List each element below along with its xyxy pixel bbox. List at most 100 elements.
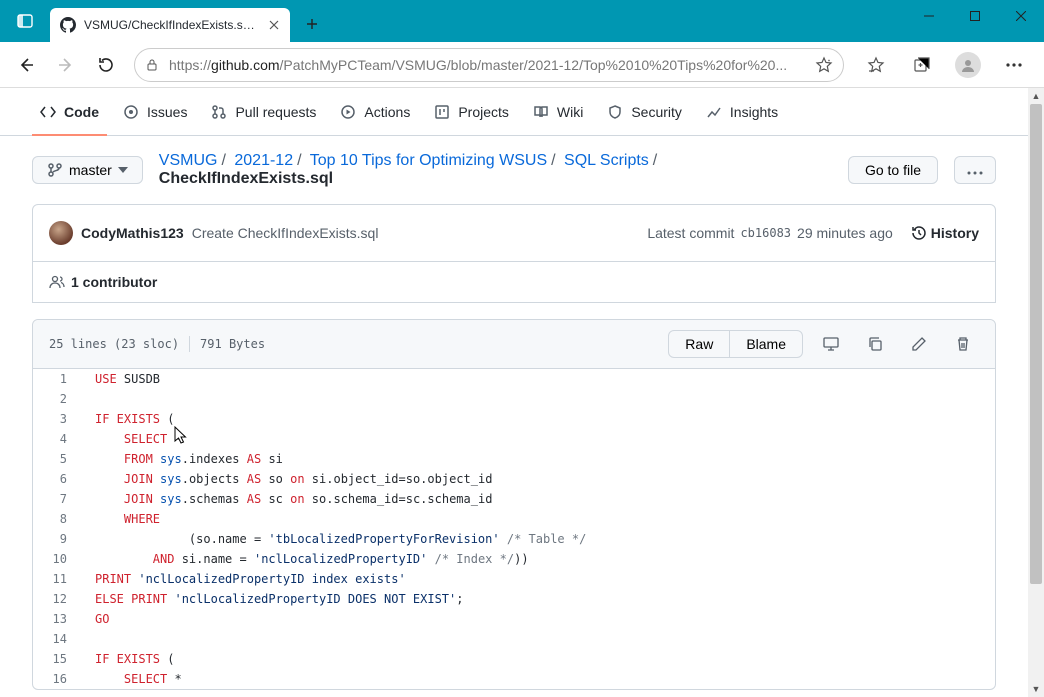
repo-nav: Code Issues Pull requests Actions Projec… — [0, 88, 1028, 136]
code-line: 3IF EXISTS ( — [33, 409, 995, 429]
line-content[interactable]: PRINT 'nclLocalizedPropertyID index exis… — [83, 569, 995, 589]
line-number[interactable]: 10 — [33, 549, 83, 569]
forward-button[interactable] — [46, 45, 86, 85]
code-line: 9 (so.name = 'tbLocalizedPropertyForRevi… — [33, 529, 995, 549]
nav-security[interactable]: Security — [599, 88, 690, 135]
favorite-icon[interactable] — [815, 56, 833, 74]
line-content[interactable]: USE SUSDB — [83, 369, 995, 389]
code-line: 14 — [33, 629, 995, 649]
scroll-up-arrow[interactable]: ▲ — [1028, 88, 1044, 104]
line-content[interactable] — [83, 629, 995, 649]
author-avatar[interactable] — [49, 221, 73, 245]
code-line: 2 — [33, 389, 995, 409]
line-content[interactable]: ELSE PRINT 'nclLocalizedPropertyID DOES … — [83, 589, 995, 609]
branch-select[interactable]: master — [32, 156, 143, 184]
back-button[interactable] — [6, 45, 46, 85]
collections-button[interactable] — [902, 45, 942, 85]
crumb-1[interactable]: 2021-12 — [234, 152, 293, 169]
vertical-scrollbar[interactable]: ▲ ▼ — [1028, 88, 1044, 697]
url-text: https://github.com/PatchMyPCTeam/VSMUG/b… — [169, 57, 807, 73]
actions-icon — [340, 104, 356, 120]
new-tab-button[interactable] — [298, 10, 326, 38]
minimize-button[interactable] — [906, 0, 952, 32]
contributor-count[interactable]: 1 contributor — [71, 274, 157, 290]
line-number[interactable]: 5 — [33, 449, 83, 469]
line-content[interactable]: IF EXISTS ( — [83, 649, 995, 669]
line-content[interactable]: GO — [83, 609, 995, 629]
line-number[interactable]: 9 — [33, 529, 83, 549]
close-icon — [1016, 11, 1026, 21]
line-content[interactable]: JOIN sys.schemas AS sc on so.schema_id=s… — [83, 489, 995, 509]
code-line: 10 AND si.name = 'nclLocalizedPropertyID… — [33, 549, 995, 569]
plus-icon — [306, 18, 318, 30]
line-number[interactable]: 14 — [33, 629, 83, 649]
line-number[interactable]: 6 — [33, 469, 83, 489]
line-content[interactable]: JOIN sys.objects AS so on si.object_id=s… — [83, 469, 995, 489]
line-content[interactable]: SELECT * — [83, 669, 995, 689]
nav-insights[interactable]: Insights — [698, 88, 786, 135]
line-content[interactable]: IF EXISTS ( — [83, 409, 995, 429]
line-number[interactable]: 15 — [33, 649, 83, 669]
nav-wiki[interactable]: Wiki — [525, 88, 591, 135]
line-number[interactable]: 8 — [33, 509, 83, 529]
line-content[interactable]: WHERE — [83, 509, 995, 529]
minimize-icon — [924, 11, 934, 21]
line-number[interactable]: 3 — [33, 409, 83, 429]
trash-icon — [955, 336, 971, 352]
delete-button[interactable] — [947, 330, 979, 358]
line-number[interactable]: 11 — [33, 569, 83, 589]
commit-hash[interactable]: cb16083 — [740, 226, 791, 240]
line-number[interactable]: 2 — [33, 389, 83, 409]
copy-button[interactable] — [859, 330, 891, 358]
favorites-button[interactable] — [856, 45, 896, 85]
line-number[interactable]: 16 — [33, 669, 83, 689]
history-icon — [911, 225, 927, 241]
arrow-right-icon — [57, 56, 75, 74]
desktop-button[interactable] — [815, 330, 847, 358]
scroll-thumb[interactable] — [1030, 104, 1042, 584]
line-number[interactable]: 13 — [33, 609, 83, 629]
reload-button[interactable] — [86, 45, 126, 85]
file-box: 25 lines (23 sloc) 791 Bytes Raw Blame 1… — [32, 319, 996, 690]
nav-issues[interactable]: Issues — [115, 88, 195, 135]
nav-pulls[interactable]: Pull requests — [203, 88, 324, 135]
menu-button[interactable] — [994, 45, 1034, 85]
edit-button[interactable] — [903, 330, 935, 358]
tabs-icon — [17, 13, 33, 29]
history-link[interactable]: History — [911, 225, 979, 241]
line-number[interactable]: 1 — [33, 369, 83, 389]
commit-row: CodyMathis123 Create CheckIfIndexExists.… — [33, 205, 995, 261]
line-number[interactable]: 12 — [33, 589, 83, 609]
line-content[interactable] — [83, 389, 995, 409]
line-content[interactable]: FROM sys.indexes AS si — [83, 449, 995, 469]
address-bar[interactable]: https://github.com/PatchMyPCTeam/VSMUG/b… — [134, 48, 844, 82]
avatar-icon — [955, 52, 981, 78]
nav-code[interactable]: Code — [32, 88, 107, 135]
close-icon — [269, 20, 279, 30]
blame-button[interactable]: Blame — [729, 330, 803, 358]
crumb-2[interactable]: Top 10 Tips for Optimizing WSUS — [310, 152, 547, 169]
commit-author[interactable]: CodyMathis123 — [81, 225, 184, 241]
crumb-3[interactable]: SQL Scripts — [564, 152, 649, 169]
tab-list-button[interactable] — [0, 0, 50, 42]
nav-actions[interactable]: Actions — [332, 88, 418, 135]
line-number[interactable]: 7 — [33, 489, 83, 509]
line-content[interactable]: SELECT * — [83, 429, 995, 449]
profile-button[interactable] — [948, 45, 988, 85]
browser-tab-active[interactable]: VSMUG/CheckIfIndexExists.sql at — [50, 8, 290, 42]
code-table: 1USE SUSDB23IF EXISTS (4 SELECT *5 FROM … — [33, 369, 995, 689]
raw-button[interactable]: Raw — [668, 330, 730, 358]
lock-icon — [145, 58, 159, 72]
close-window-button[interactable] — [998, 0, 1044, 32]
line-number[interactable]: 4 — [33, 429, 83, 449]
nav-projects[interactable]: Projects — [426, 88, 517, 135]
tab-close-button[interactable] — [266, 17, 282, 33]
go-to-file-button[interactable]: Go to file — [848, 156, 938, 184]
commit-message[interactable]: Create CheckIfIndexExists.sql — [192, 225, 379, 241]
line-content[interactable]: (so.name = 'tbLocalizedPropertyForRevisi… — [83, 529, 995, 549]
maximize-button[interactable] — [952, 0, 998, 32]
scroll-down-arrow[interactable]: ▼ — [1028, 681, 1044, 697]
more-actions-button[interactable] — [954, 156, 996, 184]
crumb-0[interactable]: VSMUG — [159, 152, 218, 169]
line-content[interactable]: AND si.name = 'nclLocalizedPropertyID' /… — [83, 549, 995, 569]
